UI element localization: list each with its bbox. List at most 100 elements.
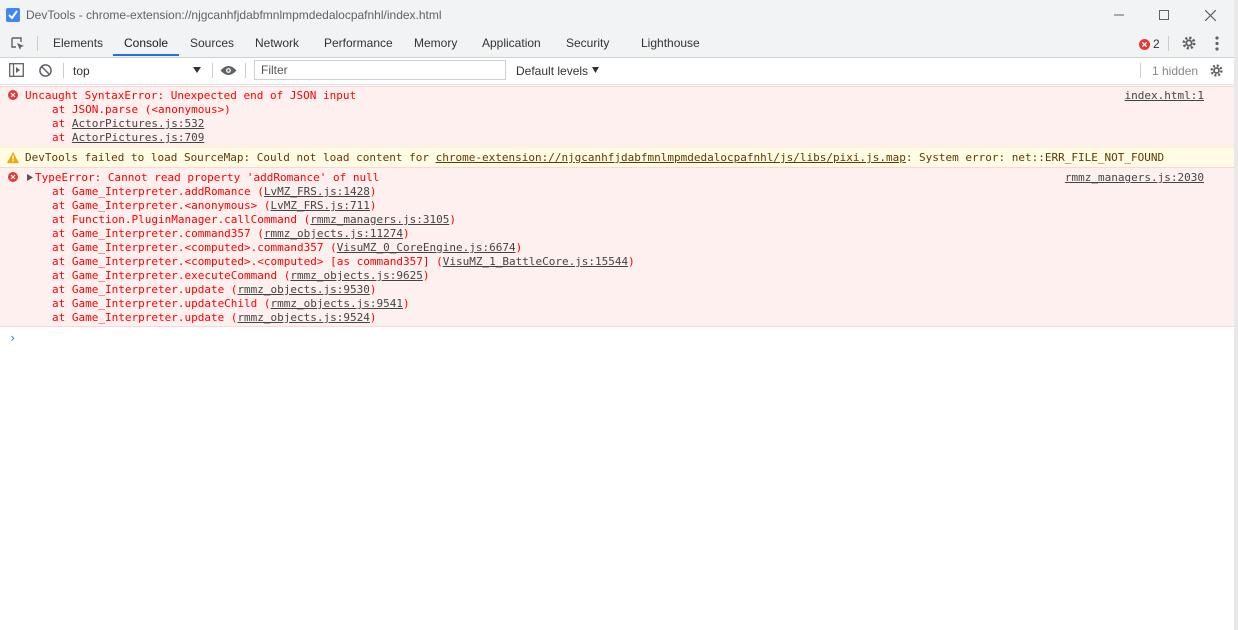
window-title: DevTools - chrome-extension://njgcanhfjd… xyxy=(26,8,442,22)
error-counter[interactable]: 2 xyxy=(1139,37,1160,51)
kebab-menu-icon[interactable] xyxy=(1214,36,1220,51)
clear-console-icon[interactable] xyxy=(39,64,52,77)
stack-frame: at Game_Interpreter.addRomance (LvMZ_FRS… xyxy=(52,185,377,199)
stack-frame-suffix: ) xyxy=(403,297,410,310)
tab-lighthouse[interactable]: Lighthouse xyxy=(641,30,700,57)
sourcemap-link[interactable]: chrome-extension://njgcanhfjdabfmnlmpmde… xyxy=(436,151,906,164)
console-error-message: TypeError: Cannot read property 'addRoma… xyxy=(0,167,1234,327)
stack-frame-suffix: ) xyxy=(628,255,635,268)
source-link[interactable]: index.html:1 xyxy=(1125,89,1204,103)
stack-frame: at Game_Interpreter.update (rmmz_objects… xyxy=(52,311,377,325)
toolbar-divider xyxy=(1140,63,1141,78)
stack-frame: at Game_Interpreter.command357 (rmmz_obj… xyxy=(52,227,410,241)
stack-frame-link[interactable]: LvMZ_FRS.js:1428 xyxy=(264,185,370,198)
tab-console[interactable]: Console xyxy=(124,30,168,57)
tab-security[interactable]: Security xyxy=(566,30,609,57)
stack-frame-link[interactable]: rmmz_objects.js:11274 xyxy=(264,227,403,240)
stack-frame-prefix: at xyxy=(52,117,72,130)
source-link[interactable]: rmmz_managers.js:2030 xyxy=(1065,171,1204,185)
error-circle-icon xyxy=(8,172,18,182)
context-selector[interactable]: top xyxy=(70,58,206,84)
console-warning-message: DevTools failed to load SourceMap: Could… xyxy=(0,147,1234,168)
stack-frame-prefix: at Game_Interpreter.<computed>.<computed… xyxy=(52,255,443,268)
filter-input[interactable] xyxy=(254,60,506,80)
error-count: 2 xyxy=(1153,37,1160,51)
toolbar-divider xyxy=(212,63,213,78)
prompt-chevron-icon: › xyxy=(9,331,17,345)
log-levels-dropdown[interactable]: Default levels xyxy=(512,58,604,84)
stack-frame-link[interactable]: ActorPictures.js:709 xyxy=(72,131,204,144)
tab-sources[interactable]: Sources xyxy=(190,30,234,57)
hidden-count: 1 hidden xyxy=(1152,64,1199,78)
error-text: TypeError: Cannot read property 'addRoma… xyxy=(35,171,380,184)
stack-frame-prefix: at Function.PluginManager.callCommand ( xyxy=(52,213,311,226)
maximize-button[interactable] xyxy=(1141,0,1187,30)
stack-frame-link[interactable]: rmmz_objects.js:9625 xyxy=(290,269,422,282)
devtools-app-icon xyxy=(6,8,20,22)
devtools-window: DevTools - chrome-extension://njgcanhfjd… xyxy=(0,0,1238,630)
stack-frame-link[interactable]: rmmz_objects.js:9524 xyxy=(237,311,369,324)
stack-frame: at Game_Interpreter.executeCommand (rmmz… xyxy=(52,269,430,283)
title-bar: DevTools - chrome-extension://njgcanhfjd… xyxy=(0,0,1234,30)
stack-frame-suffix: ) xyxy=(369,185,377,198)
error-circle-icon xyxy=(1139,38,1150,50)
warning-text-suffix: : System error: net::ERR_FILE_NOT_FOUND xyxy=(905,151,1165,164)
tab-divider xyxy=(1168,36,1169,51)
stack-frame-link[interactable]: VisuMZ_0_CoreEngine.js:6674 xyxy=(337,241,516,254)
stack-frame-prefix: at Game_Interpreter.command357 ( xyxy=(52,227,264,240)
gear-icon[interactable] xyxy=(1181,35,1197,51)
stack-frame-suffix: ) xyxy=(449,213,456,226)
stack-frame-suffix: ) xyxy=(422,269,430,282)
console-prompt[interactable]: › xyxy=(9,331,16,345)
tab-network[interactable]: Network xyxy=(255,30,299,57)
eye-icon[interactable] xyxy=(220,65,237,76)
stack-frame-prefix: at Game_Interpreter.executeCommand ( xyxy=(52,269,291,282)
stack-frame-suffix: ) xyxy=(369,199,377,212)
stack-frame-prefix: at Game_Interpreter.addRomance ( xyxy=(52,185,264,198)
stack-frame-link[interactable]: rmmz_objects.js:9541 xyxy=(271,297,403,310)
warning-text-prefix: DevTools failed to load SourceMap: Could… xyxy=(25,151,436,164)
toolbar-divider xyxy=(63,63,64,78)
stack-frame-prefix: at Game_Interpreter.<computed>.command35… xyxy=(52,241,337,254)
stack-frame-link[interactable]: rmmz_managers.js:3105 xyxy=(310,213,449,226)
gear-icon[interactable] xyxy=(1209,63,1224,78)
tab-application[interactable]: Application xyxy=(482,30,541,57)
stack-frame-suffix: ) xyxy=(369,283,377,296)
inspect-element-icon[interactable] xyxy=(10,36,26,52)
tab-memory[interactable]: Memory xyxy=(414,30,457,57)
active-tab-indicator xyxy=(113,54,179,56)
stack-frame-link[interactable]: ActorPictures.js:532 xyxy=(72,117,204,130)
close-window-button[interactable] xyxy=(1187,0,1233,30)
warning-triangle-icon xyxy=(7,152,19,163)
error-circle-icon xyxy=(8,90,18,100)
stack-frame: at Game_Interpreter.<computed>.command35… xyxy=(52,241,522,255)
stack-frame: at Function.PluginManager.callCommand (r… xyxy=(52,213,456,227)
stack-frame: at ActorPictures.js:709 xyxy=(52,131,204,145)
context-selector-value: top xyxy=(73,64,90,78)
sidebar-toggle-icon[interactable] xyxy=(9,63,24,77)
stack-frame-link[interactable]: VisuMZ_1_BattleCore.js:15544 xyxy=(443,255,628,268)
close-icon xyxy=(1204,9,1216,21)
stack-frame: at JSON.parse (<anonymous>) xyxy=(52,103,231,116)
expand-triangle-icon[interactable] xyxy=(27,174,33,181)
toolbar-divider xyxy=(245,63,246,78)
tab-performance[interactable]: Performance xyxy=(324,30,393,57)
stack-frame: at ActorPictures.js:532 xyxy=(52,117,204,131)
stack-frame-prefix: at Game_Interpreter.<anonymous> ( xyxy=(52,199,271,212)
console-error-message: Uncaught SyntaxError: Unexpected end of … xyxy=(0,86,1234,148)
warning-text: DevTools failed to load SourceMap: Could… xyxy=(25,151,1164,165)
stack-frame-suffix: ) xyxy=(369,311,377,324)
panel-tab-bar: Elements Console Sources Network Perform… xyxy=(0,30,1234,58)
stack-frame-prefix: at xyxy=(52,131,72,144)
stack-frame: at Game_Interpreter.<anonymous> (LvMZ_FR… xyxy=(52,199,377,213)
stack-frame-link[interactable]: rmmz_objects.js:9530 xyxy=(237,283,369,296)
minimize-icon xyxy=(1114,14,1124,16)
minimize-button[interactable] xyxy=(1096,0,1142,30)
stack-frame-link[interactable]: LvMZ_FRS.js:711 xyxy=(271,199,370,212)
tab-elements[interactable]: Elements xyxy=(53,30,103,57)
stack-frame-suffix: ) xyxy=(403,227,410,240)
dropdown-arrow-icon xyxy=(592,67,599,73)
stack-frame: at Game_Interpreter.update (rmmz_objects… xyxy=(52,283,377,297)
stack-frame: at Game_Interpreter.updateChild (rmmz_ob… xyxy=(52,297,410,311)
stack-frame-prefix: at Game_Interpreter.updateChild ( xyxy=(52,297,271,310)
